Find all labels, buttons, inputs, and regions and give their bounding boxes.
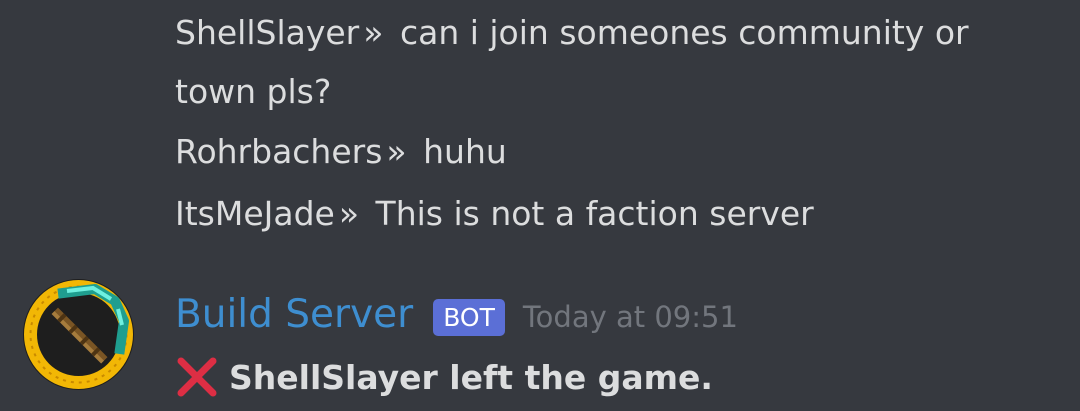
message-author: ItsMeJade [175,194,335,233]
message-header: Build Server BOT Today at 09:51 [175,286,738,342]
message-text: huhu [423,132,507,171]
message-text: can i join someones community or [399,13,969,52]
chat-view: ShellSlayer» can i join someones communi… [0,0,1080,411]
message-separator: » [386,132,407,171]
event-message: ShellSlayer left the game. [175,349,713,405]
bot-username[interactable]: Build Server [175,292,413,337]
message-text: This is not a faction server [375,194,814,233]
message-author: ShellSlayer [175,13,360,52]
message-line: Rohrbachers» huhu [175,122,507,182]
message-separator: » [338,194,360,233]
message-separator: » [363,13,384,52]
diamond-pickaxe-icon[interactable] [23,279,134,390]
cross-mark-icon [177,357,217,397]
bot-badge: BOT [433,298,505,336]
message-author: Rohrbachers [175,132,383,171]
message-text: town pls? [175,72,332,111]
message-line: ItsMeJade» This is not a faction server [175,184,814,244]
message-line-continuation: town pls? [175,62,331,122]
message-timestamp[interactable]: Today at 09:51 [523,300,738,334]
message-line: ShellSlayer» can i join someones communi… [175,3,969,63]
event-text: ShellSlayer left the game. [229,357,713,397]
